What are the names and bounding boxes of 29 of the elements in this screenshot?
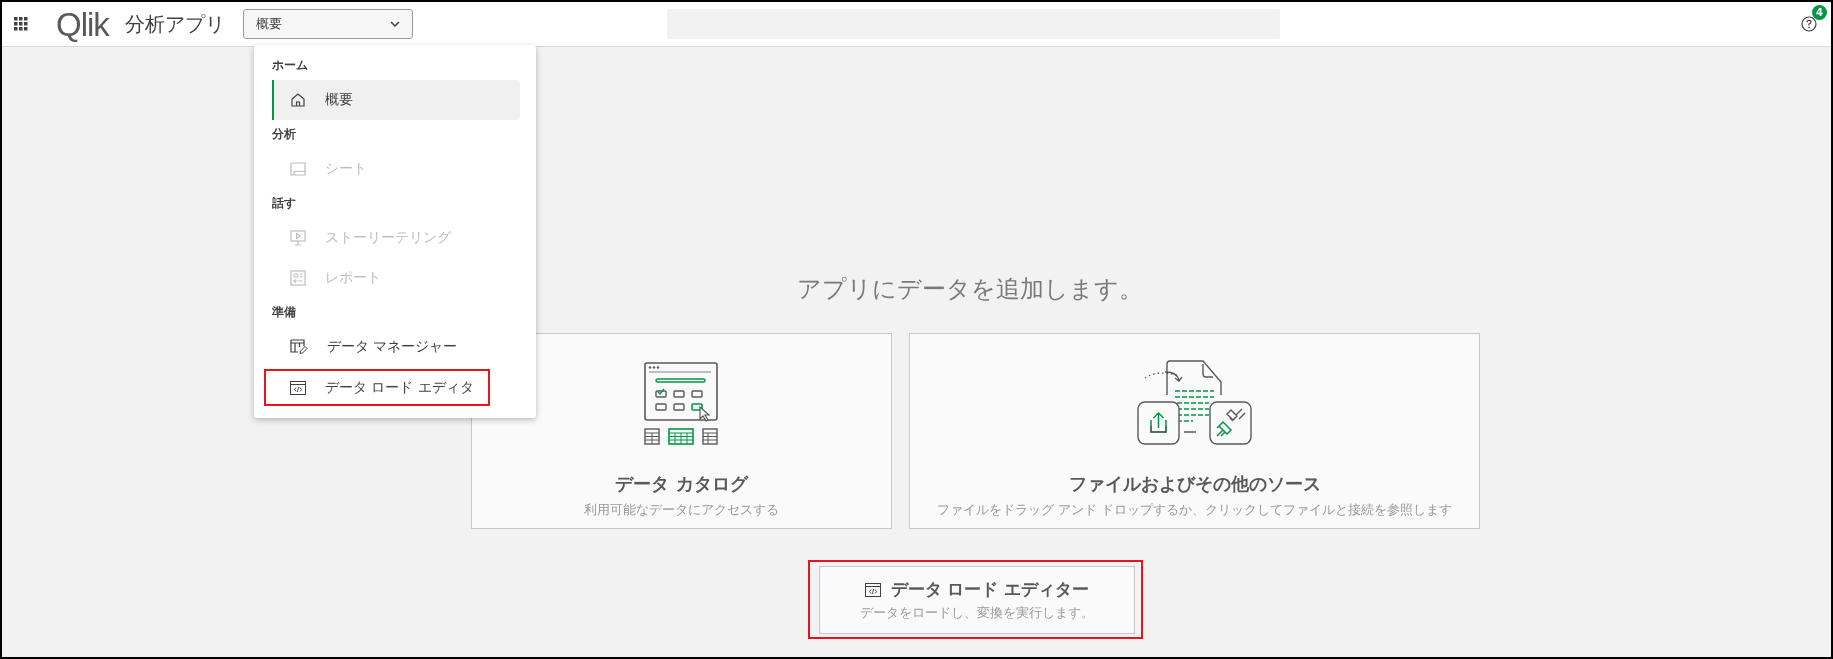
menu-group-heading: 話す: [272, 195, 297, 212]
source-card[interactable]: データ カタログ 利用可能なデータにアクセスする: [471, 333, 892, 529]
card-title: ファイルおよびその他のソース: [1068, 472, 1321, 496]
home-icon: [290, 92, 306, 108]
presentation-icon: [290, 230, 306, 246]
headline: アプリにデータを追加します。: [796, 274, 1143, 305]
chevron-down-icon: [389, 21, 400, 27]
app-grid-icon[interactable]: [14, 17, 28, 31]
help-icon[interactable]: [1801, 16, 1817, 32]
sheet-icon: [290, 162, 306, 176]
source-card[interactable]: ファイルおよびその他のソース ファイルをドラッグ アンド ドロップするか、クリックしてファイルと接続を参照します: [909, 333, 1480, 529]
code-window-icon: [290, 380, 306, 395]
report-icon: [290, 270, 306, 286]
card-title: データ カタログ: [615, 472, 748, 496]
code-window-icon: [864, 582, 881, 597]
menu-group-heading: ホーム: [272, 57, 309, 74]
card-description: ファイルをドラッグ アンド ドロップするか、クリックしてファイルと接続を参照します: [936, 501, 1453, 519]
menu-group-heading: 準備: [272, 304, 297, 321]
table-edit-icon: [290, 339, 308, 355]
card-description: 利用可能なデータにアクセスする: [584, 501, 779, 519]
app-title: 分析アプリ: [124, 10, 225, 38]
menu-item[interactable]: 概要: [272, 80, 520, 120]
notification-badge: 4: [1812, 5, 1827, 20]
menu-group-heading: 分析: [272, 126, 297, 143]
load-editor-button[interactable]: データ ロード エディター データをロードし、変換を実行します。: [819, 566, 1135, 634]
button-description: データをロードし、変換を実行します。: [860, 605, 1094, 622]
button-title: データ ロード エディター: [890, 578, 1090, 601]
section-dropdown[interactable]: 概要: [242, 9, 413, 39]
logo[interactable]: Qlik: [56, 7, 109, 41]
